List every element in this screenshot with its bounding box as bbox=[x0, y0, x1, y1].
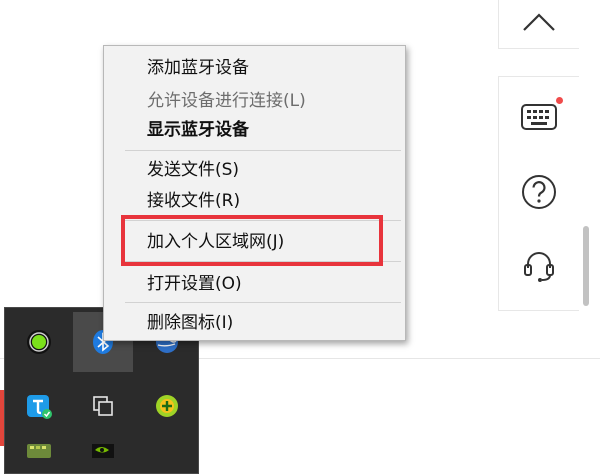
tray-item-tencent[interactable] bbox=[9, 376, 69, 436]
menu-separator bbox=[125, 302, 401, 303]
notification-dot bbox=[556, 97, 563, 104]
color-app-icon bbox=[27, 444, 51, 458]
highlight-box bbox=[121, 215, 383, 266]
green-status-icon bbox=[27, 330, 51, 354]
tray-item-windows[interactable] bbox=[73, 376, 133, 436]
tray-item-color-app[interactable] bbox=[9, 440, 69, 472]
headset-icon[interactable] bbox=[519, 245, 559, 285]
nvidia-icon bbox=[92, 444, 114, 458]
bluetooth-context-menu: 添加蓝牙设备 允许设备进行连接(L) 显示蓝牙设备 发送文件(S) 接收文件(R… bbox=[103, 45, 406, 341]
menu-item-receive-file[interactable]: 接收文件(R) bbox=[147, 189, 240, 213]
menu-item-add-device[interactable]: 添加蓝牙设备 bbox=[147, 56, 249, 80]
tencent-app-icon bbox=[27, 395, 52, 419]
help-icon[interactable] bbox=[519, 172, 559, 212]
menu-separator bbox=[125, 150, 401, 151]
menu-item-show-devices[interactable]: 显示蓝牙设备 bbox=[147, 118, 249, 142]
menu-item-allow-connect: 允许设备进行连接(L) bbox=[147, 91, 306, 111]
chevron-up-icon[interactable] bbox=[519, 2, 559, 42]
copy-windows-icon bbox=[93, 396, 113, 416]
menu-item-remove-icon[interactable]: 删除图标(I) bbox=[147, 311, 233, 335]
tray-item-nvidia[interactable] bbox=[73, 440, 133, 472]
menu-item-send-file[interactable]: 发送文件(S) bbox=[147, 158, 239, 182]
collapse-panel bbox=[498, 0, 579, 49]
green-plus-icon bbox=[156, 395, 178, 417]
keyboard-icon[interactable] bbox=[519, 97, 559, 137]
side-tools-panel bbox=[498, 76, 579, 311]
menu-item-open-settings[interactable]: 打开设置(O) bbox=[147, 272, 242, 296]
scrollbar-thumb[interactable] bbox=[583, 226, 589, 306]
tray-item-status[interactable] bbox=[9, 312, 69, 372]
tray-item-plus[interactable] bbox=[137, 376, 197, 436]
